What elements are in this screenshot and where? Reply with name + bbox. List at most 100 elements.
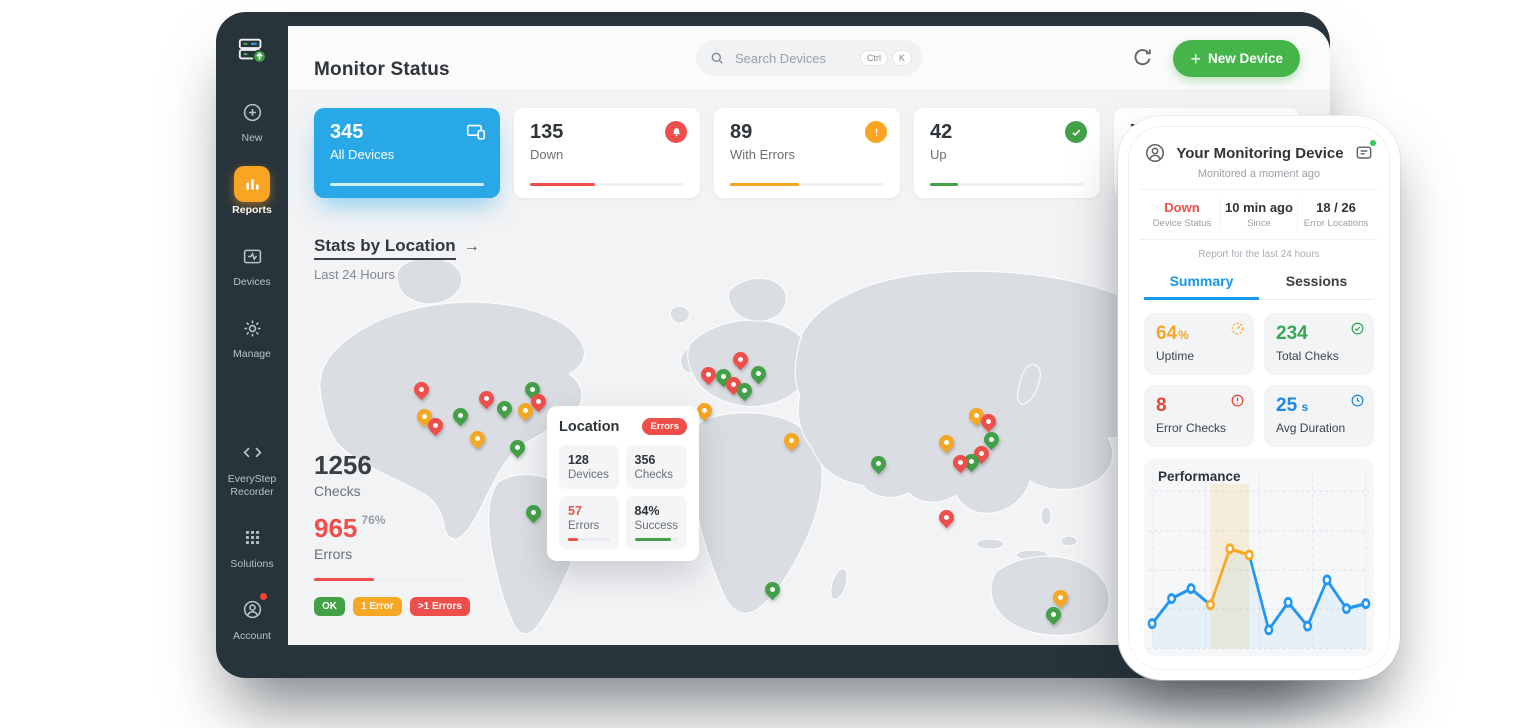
device-panel-subtitle: Monitored a moment ago: [1144, 168, 1374, 180]
user-circle-icon: [234, 592, 270, 628]
sidebar: New Reports Devices Manage EveryStep Re: [216, 12, 288, 678]
stat-value: 18 / 26: [1300, 200, 1372, 215]
summary-tiles: 64% Uptime 234 Total Cheks 8 Error Check…: [1144, 313, 1374, 447]
refresh-button[interactable]: [1131, 46, 1154, 69]
tile-avg-duration: 25 s Avg Duration: [1264, 385, 1374, 447]
stat-card-all-devices[interactable]: 345 All Devices: [314, 108, 500, 198]
map-pin[interactable]: [730, 349, 751, 370]
legend-multi-errors-badge: >1 Errors: [410, 597, 470, 616]
map-pin[interactable]: [476, 388, 497, 409]
map-pin[interactable]: [494, 398, 515, 419]
report-tabs: Summary Sessions: [1144, 266, 1374, 300]
map-pin[interactable]: [507, 437, 528, 458]
sidebar-item-account[interactable]: Account: [216, 592, 288, 643]
sidebar-item-label: New: [241, 132, 262, 145]
report-note: Report for the last 24 hours: [1144, 249, 1374, 260]
performance-title: Performance: [1158, 469, 1241, 484]
stat-label: All Devices: [330, 147, 484, 162]
tooltip-grid: 128 Devices 356 Checks 57 Errors 84% Suc…: [559, 445, 687, 549]
performance-card: Performance: [1144, 459, 1374, 656]
online-dot: [1370, 140, 1376, 146]
tooltip-tile-errors: 57 Errors: [559, 496, 619, 549]
plus-icon: +: [1190, 50, 1201, 68]
errors-label: Errors: [314, 546, 470, 562]
progress-fill: [530, 183, 595, 186]
tile-value: 64: [1156, 323, 1177, 344]
stat-value: 345: [330, 121, 484, 144]
tab-sessions[interactable]: Sessions: [1259, 266, 1374, 300]
tile-suffix: s: [1298, 400, 1308, 414]
shortcut-key-ctrl: Ctrl: [860, 50, 888, 66]
tooltip-bar-fill: [635, 538, 672, 541]
device-stat-since: 10 min ago Since: [1220, 199, 1297, 230]
sidebar-item-everystep-recorder[interactable]: EveryStep Recorder: [216, 435, 288, 499]
search-input[interactable]: [733, 50, 856, 67]
sidebar-item-devices[interactable]: Devices: [216, 238, 288, 289]
device-stats-row: Down Device Status 10 min ago Since 18 /…: [1144, 199, 1374, 230]
bar-chart-icon: [234, 166, 270, 202]
map-pin[interactable]: [936, 507, 957, 528]
map-pin[interactable]: [450, 405, 471, 426]
stat-value: 10 min ago: [1223, 200, 1295, 215]
map-pin[interactable]: [868, 453, 889, 474]
device-stat-status: Down Device Status: [1144, 199, 1220, 230]
map-legend: OK 1 Error >1 Errors: [314, 597, 470, 616]
stats-by-location-link[interactable]: Stats by Location: [314, 236, 456, 260]
divider: [1140, 189, 1378, 190]
sidebar-item-reports[interactable]: Reports: [216, 166, 288, 217]
map-pin[interactable]: [748, 363, 769, 384]
stat-label: Error Locations: [1300, 218, 1372, 229]
tooltip-value: 356: [635, 453, 678, 467]
progress-track: [530, 183, 684, 186]
stats-by-location-header: Stats by Location→ Last 24 Hours: [314, 236, 480, 282]
device-panel-screen: Your Monitoring Device Monitored a momen…: [1128, 126, 1390, 670]
page-title: Monitor Status: [314, 59, 450, 81]
sidebar-item-solutions[interactable]: Solutions: [216, 520, 288, 571]
map-pin[interactable]: [467, 428, 488, 449]
divider: [1140, 239, 1378, 240]
tooltip-label: Success: [635, 520, 678, 532]
map-pin[interactable]: [762, 579, 783, 600]
tile-error-checks: 8 Error Checks: [1144, 385, 1254, 447]
tile-label: Total Cheks: [1276, 349, 1362, 363]
map-pin[interactable]: [781, 430, 802, 451]
errors-bar-fill: [314, 578, 374, 581]
app-logo[interactable]: [237, 34, 267, 64]
progress-track: [930, 183, 1084, 186]
map-stats: 1256 Checks 96576% Errors OK 1 Error >1 …: [314, 450, 470, 616]
code-icon: [234, 435, 270, 471]
tooltip-value: 84%: [635, 504, 678, 518]
check-icon: [1065, 121, 1087, 143]
message-icon[interactable]: [1354, 143, 1374, 163]
map-pin[interactable]: [936, 432, 957, 453]
tab-summary[interactable]: Summary: [1144, 266, 1259, 300]
location-tooltip: Location Errors 128 Devices 356 Checks 5…: [547, 406, 699, 561]
tooltip-value: 128: [568, 453, 610, 467]
tooltip-label: Errors: [568, 520, 610, 532]
map-pin[interactable]: [411, 379, 432, 400]
gear-icon: [234, 310, 270, 346]
sidebar-item-manage[interactable]: Manage: [216, 310, 288, 361]
sidebar-item-label: Manage: [233, 348, 271, 361]
section-subtitle: Last 24 Hours: [314, 267, 480, 282]
stat-card-up[interactable]: 42 Up: [914, 108, 1100, 198]
sidebar-item-label: Solutions: [230, 558, 273, 571]
stat-card-with-errors[interactable]: 89 With Errors: [714, 108, 900, 198]
sidebar-item-new[interactable]: New: [216, 94, 288, 145]
map-pin[interactable]: [523, 502, 544, 523]
stat-label: Down: [530, 147, 684, 162]
progress-track: [730, 183, 884, 186]
device-panel-title: Your Monitoring Device: [1176, 145, 1343, 162]
map-pin[interactable]: [1050, 587, 1071, 608]
tooltip-bar-track: [635, 538, 678, 541]
stat-card-down[interactable]: 135 Down: [514, 108, 700, 198]
alert-circle-icon: [1230, 393, 1245, 408]
stat-value: 89: [730, 121, 884, 144]
search-box[interactable]: Ctrl K: [696, 40, 922, 76]
warning-icon: [865, 121, 887, 143]
alert-bell-icon: [665, 121, 687, 143]
performance-chart: [1144, 459, 1374, 656]
sidebar-item-label: Devices: [233, 276, 270, 289]
plus-circle-icon: [234, 94, 270, 130]
new-device-button[interactable]: + New Device: [1173, 40, 1300, 77]
